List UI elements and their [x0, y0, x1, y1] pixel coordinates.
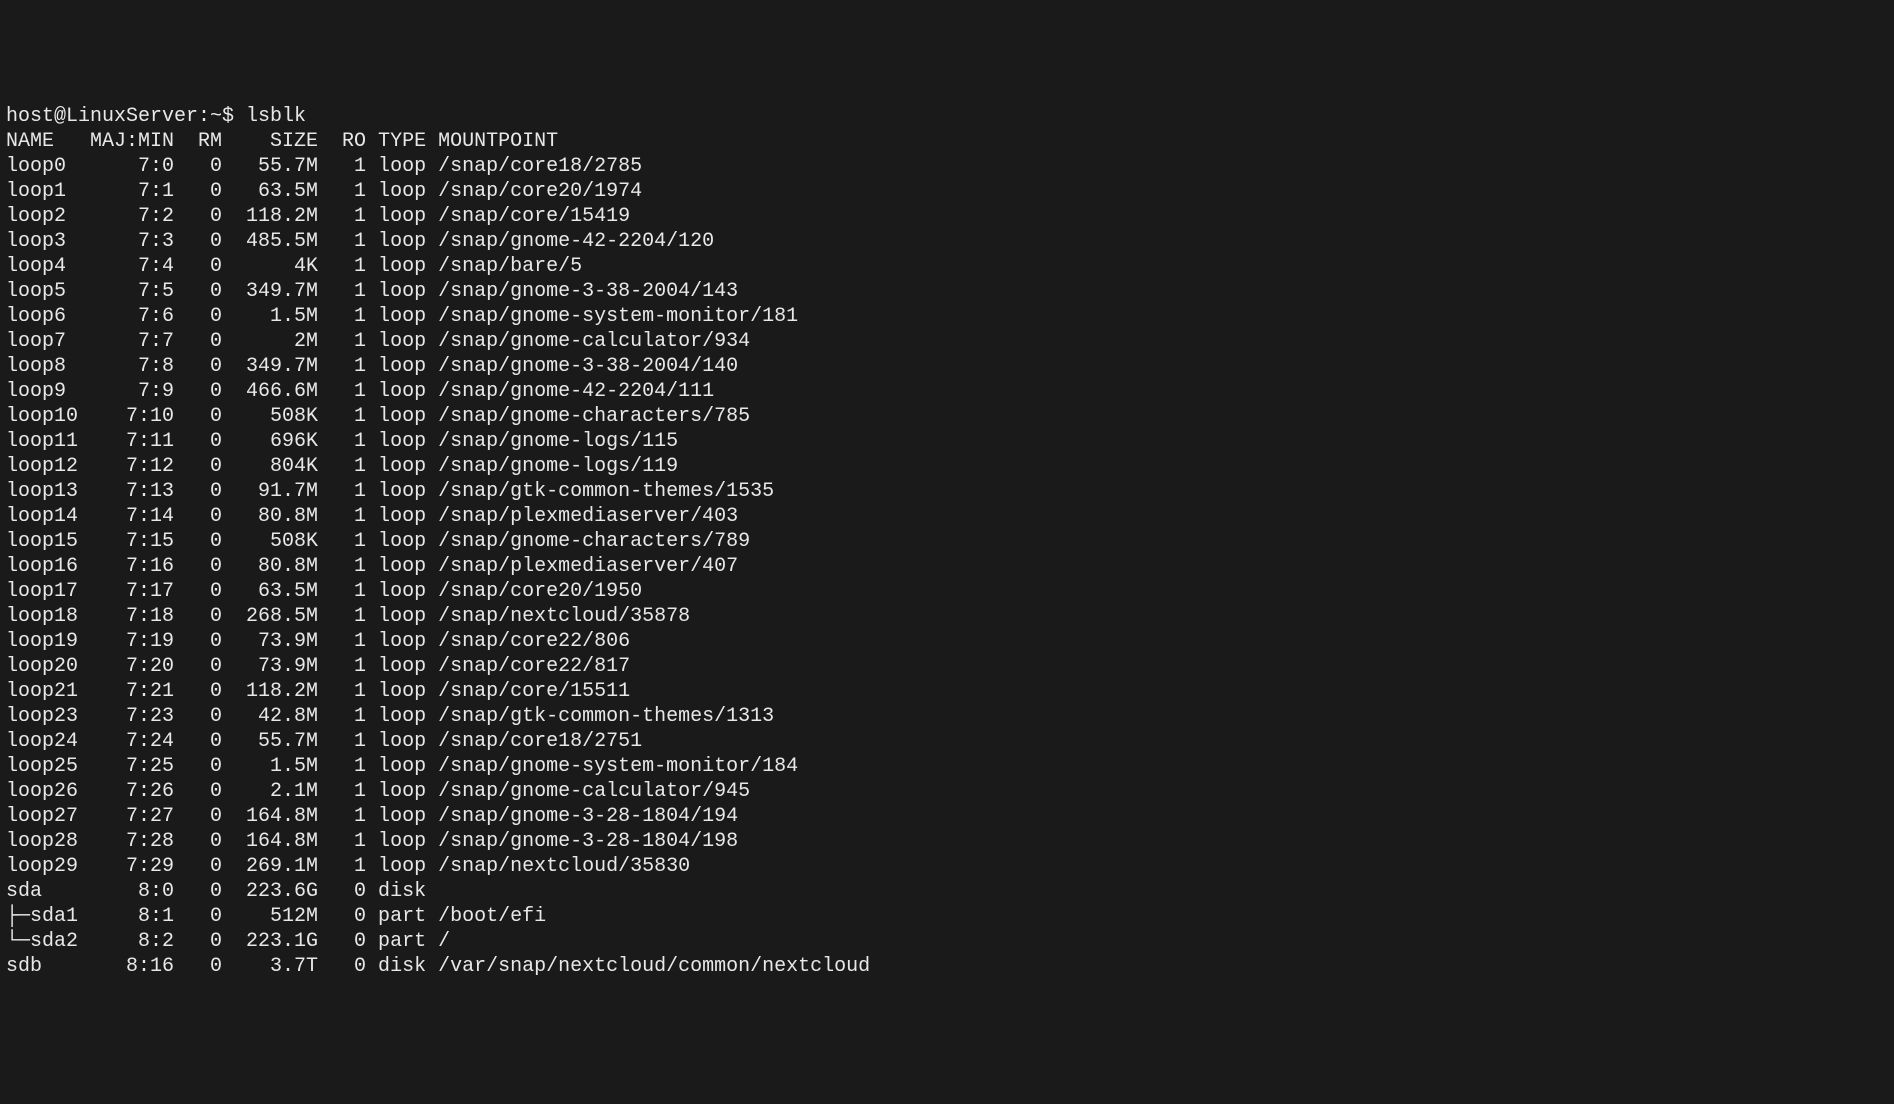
terminal-output[interactable]: host@LinuxServer:~$ lsblk NAME MAJ:MIN R…: [6, 104, 1888, 979]
command-text: lsblk: [246, 105, 306, 128]
prompt-line: host@LinuxServer:~$ lsblk: [6, 105, 306, 128]
shell-prompt: host@LinuxServer:~$: [6, 105, 246, 128]
lsblk-header: NAME MAJ:MIN RM SIZE RO TYPE MOUNTPOINT: [6, 130, 558, 153]
lsblk-rows: loop0 7:0 0 55.7M 1 loop /snap/core18/27…: [6, 155, 870, 978]
